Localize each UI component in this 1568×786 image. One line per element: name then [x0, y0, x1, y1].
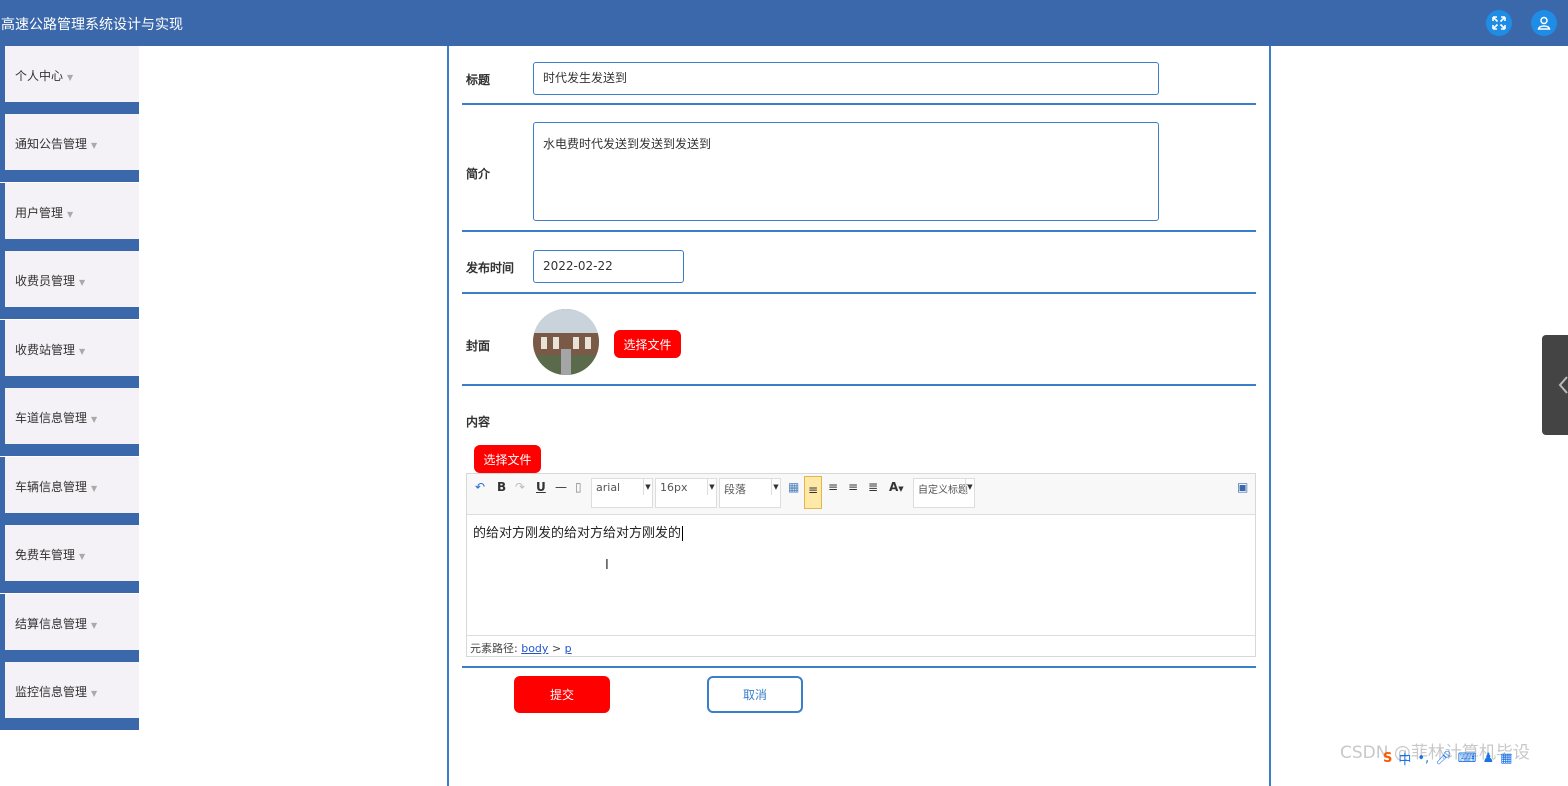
fullscreen-icon — [1492, 16, 1506, 30]
keyboard-icon[interactable]: ⌨ — [1458, 751, 1477, 766]
dropdown-arrow-icon: ▼ — [965, 479, 974, 495]
sidebar-item-toll-stations[interactable]: 收费站管理 ▼ — [0, 320, 139, 388]
element-path-bar: 元素路径: body > p — [467, 635, 1255, 657]
punctuation-icon[interactable]: •, — [1417, 751, 1429, 766]
divider — [462, 103, 1256, 105]
underline-icon[interactable]: U — [536, 480, 546, 494]
sidebar-item-personal-center[interactable]: 个人中心 ▼ — [0, 46, 139, 114]
align-center-icon[interactable]: ≡ — [848, 480, 858, 494]
table-icon[interactable]: ▦ — [788, 480, 799, 494]
sidebar-item-notice[interactable]: 通知公告管理 ▼ — [0, 114, 139, 182]
chevron-left-icon — [1558, 376, 1568, 394]
sidebar-item-lanes[interactable]: 车道信息管理 ▼ — [0, 388, 139, 456]
dropdown-arrow-icon: ▼ — [707, 479, 716, 495]
font-color-icon[interactable]: A▼ — [889, 480, 904, 494]
sidebar-item-users[interactable]: 用户管理 ▼ — [0, 183, 139, 251]
paragraph-select[interactable]: 段落 ▼ — [719, 478, 781, 508]
content-choose-file-button[interactable]: 选择文件 — [474, 445, 541, 473]
fullscreen-button[interactable] — [1486, 10, 1512, 36]
top-header: 高速公路管理系统设计与实现 — [0, 0, 1568, 46]
ime-toolbar: S 中 •, 🎤︎ ⌨ ♟ ▦ — [1383, 748, 1512, 768]
caret-down-icon: ▼ — [91, 484, 98, 493]
submit-button[interactable]: 提交 — [514, 676, 610, 713]
content-label: 内容 — [466, 415, 491, 429]
path-p-link[interactable]: p — [565, 642, 572, 655]
cover-choose-file-button[interactable]: 选择文件 — [614, 330, 681, 358]
caret-down-icon: ▼ — [79, 347, 86, 356]
form-panel: 标题 时代发生发送到 简介 水电费时代发送到发送到发送到 发布时间 2022-0… — [447, 46, 1271, 786]
publish-date-input[interactable]: 2022-02-22 — [533, 250, 684, 283]
align-left-icon[interactable]: ≡ — [804, 476, 822, 509]
align-justify-icon[interactable]: ≣ — [868, 480, 878, 494]
rich-text-editor: ↶ B ↷ U — ▯ arial ▼ 16px ▼ 段落 ▼ ▦ ≡ ≡ ≡ ≣ A… — [466, 473, 1256, 657]
custom-title-select[interactable]: 自定义标题 ▼ — [913, 478, 975, 508]
intro-textarea[interactable]: 水电费时代发送到发送到发送到 — [533, 122, 1159, 221]
text-cursor — [682, 526, 684, 541]
sogou-s-icon[interactable]: S — [1383, 751, 1392, 766]
caret-down-icon: ▼ — [67, 73, 74, 82]
path-body-link[interactable]: body — [521, 642, 548, 655]
caret-down-icon: ▼ — [79, 278, 86, 287]
mouse-ibeam-cursor-icon: I — [605, 558, 609, 573]
divider — [462, 230, 1256, 232]
divider — [462, 384, 1256, 386]
chinese-mode-icon[interactable]: 中 — [1398, 749, 1411, 768]
divider — [462, 292, 1256, 294]
caret-down-icon: ▼ — [91, 141, 98, 150]
undo-icon[interactable]: ↶ — [475, 480, 485, 494]
editor-toolbar: ↶ B ↷ U — ▯ arial ▼ 16px ▼ 段落 ▼ ▦ ≡ ≡ ≡ ≣ A… — [467, 474, 1255, 515]
caret-down-icon: ▼ — [79, 552, 86, 561]
sidebar-item-monitoring[interactable]: 监控信息管理 ▼ — [0, 662, 139, 730]
bold-icon[interactable]: B — [497, 480, 506, 494]
sidebar-item-settlement[interactable]: 结算信息管理 ▼ — [0, 594, 139, 662]
cover-image — [533, 309, 599, 375]
caret-down-icon: ▼ — [91, 621, 98, 630]
caret-down-icon: ▼ — [91, 415, 98, 424]
side-drawer-toggle[interactable] — [1542, 335, 1568, 435]
font-family-select[interactable]: arial ▼ — [591, 478, 653, 508]
preview-icon[interactable]: ▣ — [1237, 480, 1248, 494]
app-title: 高速公路管理系统设计与实现 — [1, 17, 183, 33]
intro-label: 简介 — [466, 167, 491, 181]
title-input[interactable]: 时代发生发送到 — [533, 62, 1159, 95]
cancel-button[interactable]: 取消 — [707, 676, 803, 713]
sidebar-item-free-vehicles[interactable]: 免费车管理 ▼ — [0, 525, 139, 593]
caret-down-icon: ▼ — [67, 210, 74, 219]
cover-label: 封面 — [466, 339, 491, 353]
sidebar: 个人中心 ▼ 通知公告管理 ▼ 用户管理 ▼ 收费员管理 ▼ 收费站管理 ▼ 车道信息管理… — [0, 46, 139, 732]
font-size-select[interactable]: 16px ▼ — [655, 478, 717, 508]
horizontal-rule-icon[interactable]: — — [555, 480, 567, 494]
caret-down-icon: ▼ — [91, 689, 98, 698]
dropdown-arrow-icon: ▼ — [771, 479, 780, 495]
editor-content[interactable]: 的给对方刚发的给对方给对方刚发的 — [473, 522, 684, 541]
divider — [462, 666, 1256, 668]
user-button[interactable] — [1531, 10, 1557, 36]
sidebar-item-toll-collectors[interactable]: 收费员管理 ▼ — [0, 251, 139, 319]
page-icon[interactable]: ▯ — [575, 480, 582, 494]
redo-icon[interactable]: ↷ — [515, 480, 525, 494]
microphone-icon[interactable]: 🎤︎ — [1435, 751, 1452, 766]
sidebar-item-vehicles[interactable]: 车辆信息管理 ▼ — [0, 457, 139, 525]
align-right-icon[interactable]: ≡ — [828, 480, 838, 494]
shirt-icon[interactable]: ♟ — [1482, 751, 1494, 766]
dropdown-arrow-icon: ▼ — [643, 479, 652, 495]
user-icon — [1537, 16, 1551, 30]
publish-date-label: 发布时间 — [466, 261, 515, 275]
title-label: 标题 — [466, 73, 491, 87]
grid-icon[interactable]: ▦ — [1500, 751, 1512, 766]
